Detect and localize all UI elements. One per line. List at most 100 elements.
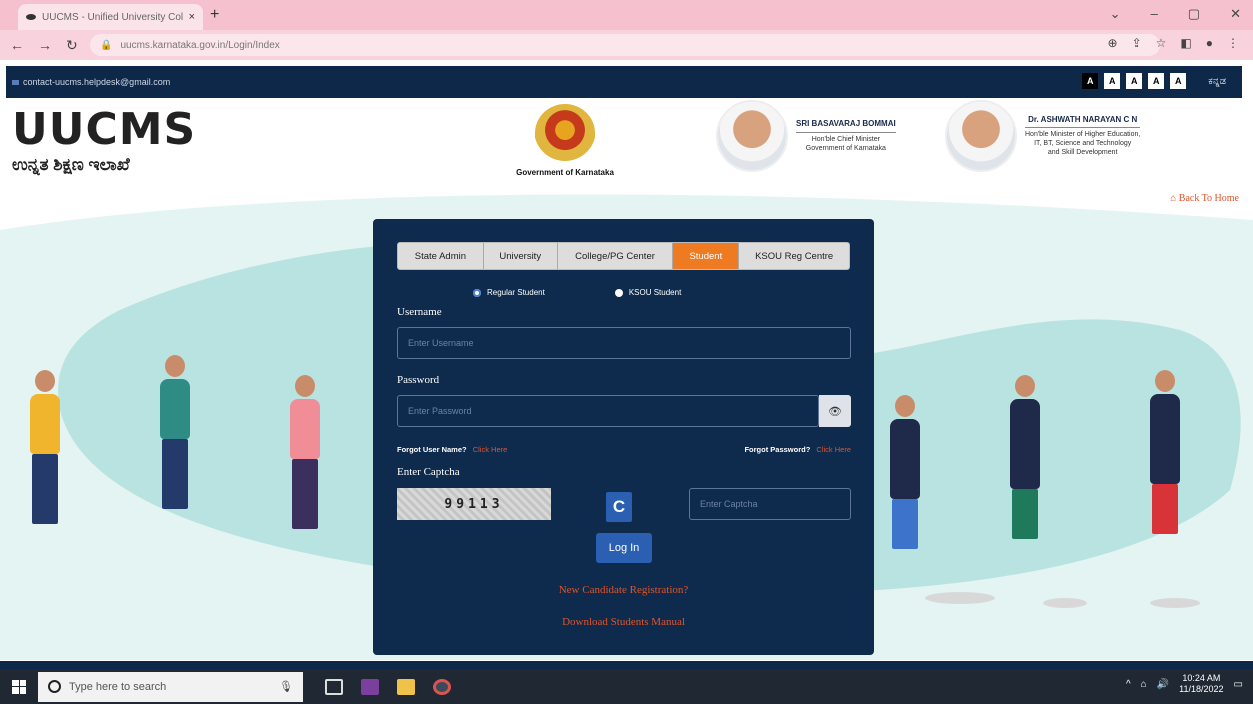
radio-label: KSOU Student (628, 288, 682, 297)
minister-card: Dr. ASHWATH NARAYAN C N Hon'ble Minister… (945, 100, 1141, 172)
password-input[interactable] (397, 395, 819, 427)
forgot-password: Forgot Password? Click Here (744, 445, 851, 454)
avatar (945, 100, 1017, 172)
clock-date: 11/18/2022 (1179, 684, 1224, 695)
logo-text: UUCMS (12, 104, 197, 155)
app-icon[interactable] (361, 678, 379, 695)
tray-chevron-icon[interactable]: ^ (1126, 679, 1131, 690)
person-name: SRI BASAVARAJ BOMMAI (796, 119, 896, 133)
login-panel: State Admin University College/PG Center… (373, 219, 874, 655)
refresh-captcha-icon[interactable]: C (606, 492, 632, 522)
person-title: Government of Karnataka (805, 144, 886, 152)
back-arrow-icon[interactable]: ← (10, 37, 24, 53)
language-toggle[interactable]: ಕನ್ನಡ (1208, 76, 1226, 87)
zoom-icon[interactable]: ⊕ (1108, 36, 1118, 50)
forgot-password-label: Forgot Password? (744, 445, 811, 454)
student-illustration (290, 375, 320, 529)
file-explorer-icon[interactable] (397, 678, 415, 695)
emblem-label: Government of Karnataka (516, 168, 614, 177)
profile-icon[interactable]: ● (1206, 36, 1213, 50)
notifications-icon[interactable]: ▭ (1234, 679, 1243, 690)
tab-title: UUCMS - Unified University Col (42, 11, 183, 23)
back-to-home-label: Back To Home (1178, 193, 1239, 204)
network-icon[interactable]: ⌂ (1141, 679, 1147, 690)
cortana-circle-icon (48, 680, 61, 693)
url-text: uucms.karnataka.gov.in/Login/Index (120, 39, 280, 51)
regular-student-radio[interactable]: Regular Student (473, 288, 545, 297)
download-manual-link[interactable]: Download Students Manual (373, 616, 874, 628)
tab-state-admin[interactable]: State Admin (398, 243, 484, 269)
tab-close-icon[interactable]: × (189, 11, 195, 23)
new-registration-link[interactable]: New Candidate Registration? (373, 584, 874, 596)
password-label: Password (397, 374, 440, 386)
captcha-image: 99113 (397, 488, 551, 520)
site-top-bar: contact-uucms.helpdesk@gmail.com A A A A… (6, 66, 1242, 98)
bookmark-star-icon[interactable]: ☆ (1156, 36, 1167, 50)
taskbar-search[interactable]: Type here to search 🎙 (38, 671, 303, 702)
person-title: IT, BT, Science and Technology (1034, 140, 1132, 148)
captcha-input[interactable] (689, 488, 851, 520)
mail-icon (12, 79, 19, 85)
captcha-label: Enter Captcha (397, 466, 460, 478)
tab-student[interactable]: Student (673, 243, 740, 269)
address-bar[interactable]: 🔒 uucms.karnataka.gov.in/Login/Index (90, 34, 1160, 56)
maximize-button[interactable]: ▢ (1188, 6, 1200, 22)
graduate-illustration (1010, 375, 1040, 539)
radio-selected-icon (473, 288, 481, 297)
system-tray: ^ ⌂ 🔊 10:24 AM 11/18/2022 ▭ (1126, 673, 1243, 696)
tab-college-pg-center[interactable]: College/PG Center (558, 243, 674, 269)
lock-icon: 🔒 (100, 39, 113, 51)
font-size-button[interactable]: A (1126, 73, 1143, 89)
microphone-icon[interactable]: 🎙 (279, 680, 293, 693)
person-title: Hon'ble Minister of Higher Education, (1025, 131, 1141, 139)
chrome-icon[interactable] (433, 678, 451, 695)
forward-arrow-icon[interactable]: → (38, 37, 52, 53)
home-icon: ⌂ (1170, 193, 1177, 204)
clock[interactable]: 10:24 AM 11/18/2022 (1179, 673, 1223, 696)
reload-icon[interactable]: ↻ (66, 37, 78, 54)
sidebar-icon[interactable]: ◧ (1180, 36, 1191, 50)
browser-tab[interactable]: UUCMS - Unified University Col × (18, 4, 203, 30)
person-title: and Skill Development (1047, 149, 1118, 157)
share-icon[interactable]: ⇪ (1132, 36, 1142, 50)
username-input[interactable] (397, 327, 851, 359)
login-button[interactable]: Log In (596, 533, 652, 563)
forgot-username-link[interactable]: Click Here (473, 445, 508, 454)
student-illustration (160, 355, 190, 509)
forgot-password-link[interactable]: Click Here (816, 445, 851, 454)
person-name: Dr. ASHWATH NARAYAN C N (1025, 115, 1141, 129)
tab-university[interactable]: University (484, 243, 558, 269)
task-view-icon[interactable] (325, 678, 343, 695)
chief-minister-card: SRI BASAVARAJ BOMMAI Hon'ble Chief Minis… (716, 100, 896, 172)
back-to-home-link[interactable]: ⌂ Back To Home (1170, 193, 1239, 204)
helpdesk-email[interactable]: contact-uucms.helpdesk@gmail.com (23, 77, 170, 87)
forgot-username: Forgot User Name? Click Here (397, 445, 507, 454)
avatar (716, 100, 788, 172)
student-type-radios: Regular Student KSOU Student (473, 288, 681, 297)
browser-toolbar: ← → ↻ 🔒 uucms.karnataka.gov.in/Login/Ind… (0, 30, 1253, 60)
windows-taskbar: Type here to search 🎙 ^ ⌂ 🔊 10:24 AM 11/… (0, 669, 1253, 704)
menu-dots-icon[interactable]: ⋮ (1227, 36, 1239, 50)
show-password-eye-icon[interactable]: 👁 (819, 395, 851, 427)
font-size-button[interactable]: A (1104, 73, 1121, 89)
clock-time: 10:24 AM (1182, 673, 1221, 683)
volume-icon[interactable]: 🔊 (1157, 679, 1169, 690)
ksou-student-radio[interactable]: KSOU Student (614, 288, 682, 297)
forgot-username-label: Forgot User Name? (397, 445, 467, 454)
radio-label: Regular Student (487, 288, 545, 297)
close-window-button[interactable]: ✕ (1230, 6, 1241, 22)
tab-ksou-reg-centre[interactable]: KSOU Reg Centre (739, 243, 849, 269)
person-title: Hon'ble Chief Minister (811, 135, 880, 143)
graduate-illustration (1150, 370, 1180, 534)
minimize-button[interactable]: – (1151, 6, 1158, 22)
karnataka-emblem: Government of Karnataka (505, 104, 625, 177)
graduate-illustration (890, 395, 920, 549)
logo-subtitle: ಉನ್ನತ ಶಿಕ್ಷಣ ಇಲಾಖೆ (12, 155, 130, 174)
font-size-button[interactable]: A (1082, 73, 1099, 89)
tab-search-icon[interactable]: ⌄ (1110, 6, 1121, 22)
new-tab-button[interactable]: + (210, 6, 219, 24)
font-size-button[interactable]: A (1170, 73, 1187, 89)
font-size-button[interactable]: A (1148, 73, 1165, 89)
windows-start-icon[interactable] (12, 679, 26, 694)
state-emblem-icon (535, 104, 595, 162)
